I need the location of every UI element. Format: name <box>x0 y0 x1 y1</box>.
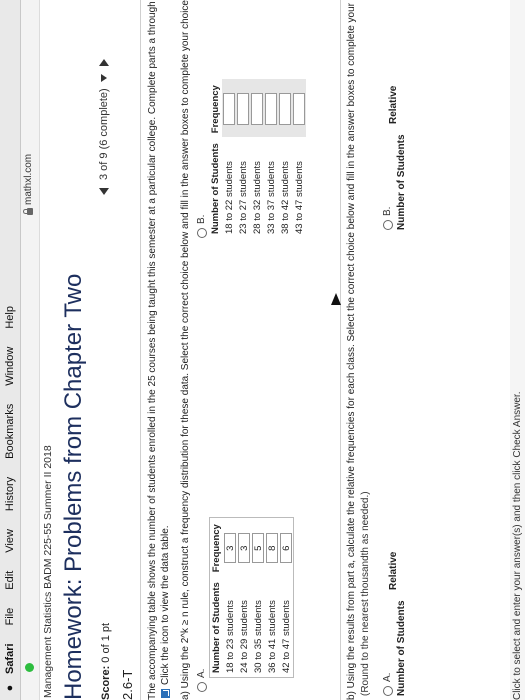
url-display[interactable]: mathxl.com <box>23 154 34 215</box>
page-title: Homework: Problems from Chapter Two <box>60 273 87 700</box>
menu-history[interactable]: History <box>4 477 16 511</box>
table-header: Relative <box>388 551 399 590</box>
lock-icon <box>26 208 33 215</box>
table-row: 43 to 47 students <box>292 79 306 238</box>
part-b-option-b-label: B. <box>382 206 393 216</box>
frequency-input[interactable] <box>237 93 249 126</box>
class-range: 24 to 29 students <box>238 600 250 673</box>
table-header: Number of Students <box>211 582 222 673</box>
menu-view[interactable]: View <box>4 529 16 553</box>
menu-edit[interactable]: Edit <box>4 571 16 590</box>
option-a-table: Number of Students Frequency 18 to 23 st… <box>209 517 294 678</box>
class-range: 28 to 32 students <box>251 161 263 234</box>
table-header: Number of Students <box>396 600 407 696</box>
menu-help[interactable]: Help <box>4 306 16 329</box>
class-range: 43 to 47 students <box>293 161 305 234</box>
part-b-option-b[interactable]: B. <box>382 207 393 230</box>
question-progress: 3 of 9 (6 complete) <box>98 88 110 180</box>
option-a-label: A. <box>196 668 207 678</box>
table-header: Number of Students <box>396 134 407 230</box>
frequency-input[interactable] <box>293 93 305 126</box>
table-row: 30 to 35 students 5 <box>251 518 265 678</box>
table-row: 18 to 23 students 3 <box>223 518 237 678</box>
class-range: 18 to 22 students <box>223 161 235 234</box>
previous-question-icon[interactable] <box>99 188 109 195</box>
table-row: 38 to 42 students <box>278 79 292 238</box>
frequency-input[interactable] <box>265 93 277 126</box>
table-header: Frequency <box>210 85 221 134</box>
status-footer: Click to select and enter your answer(s)… <box>510 0 525 700</box>
option-b-radio[interactable] <box>196 228 207 238</box>
part-a-prompt: a) Using the 2^k ≥ n rule, construct a f… <box>180 0 191 700</box>
menu-file[interactable]: File <box>4 608 16 626</box>
part-b-option-a-label: A. <box>382 672 393 682</box>
frequency-input[interactable]: 8 <box>266 533 278 564</box>
class-range: 42 to 47 students <box>280 600 292 673</box>
rotated-content: ● Safari File Edit View History Bookmark… <box>0 0 525 700</box>
url-text: mathxl.com <box>23 153 34 205</box>
class-range: 33 to 37 students <box>265 161 277 234</box>
divider <box>140 0 141 700</box>
score-value: 0 of 1 pt <box>100 622 112 663</box>
address-bar[interactable]: mathxl.com <box>21 0 40 700</box>
option-b-label: B. <box>196 214 207 224</box>
table-row: 36 to 41 students 8 <box>265 518 279 678</box>
frequency-input[interactable] <box>279 93 291 126</box>
data-table-link[interactable]: Click the icon to view the data table. <box>159 525 172 685</box>
class-range: 30 to 35 students <box>252 600 264 673</box>
frequency-input[interactable]: 6 <box>280 533 292 564</box>
option-b[interactable]: B. <box>196 215 207 238</box>
divider <box>340 0 341 700</box>
data-table-icon[interactable] <box>161 689 170 698</box>
class-range: 23 to 27 students <box>237 161 249 234</box>
frequency-input[interactable] <box>251 93 263 126</box>
question-nav: 3 of 9 (6 complete) <box>98 59 110 195</box>
mouse-cursor-icon <box>331 293 341 305</box>
menu-window[interactable]: Window <box>4 347 16 386</box>
part-b-option-b-radio[interactable] <box>382 220 393 230</box>
table-row: 24 to 29 students 3 <box>237 518 251 678</box>
intro-text: The accompanying table shows the number … <box>147 0 158 700</box>
frequency-input[interactable]: 3 <box>224 533 236 564</box>
frequency-input[interactable] <box>223 93 235 126</box>
table-row: 28 to 32 students <box>250 79 264 238</box>
menu-bookmarks[interactable]: Bookmarks <box>4 404 16 459</box>
question-id: 2.6-T <box>120 669 135 700</box>
menu-safari[interactable]: Safari <box>4 643 16 674</box>
part-b-prompt: b) Using the results from part a, calcul… <box>346 0 357 700</box>
class-range: 36 to 41 students <box>266 600 278 673</box>
option-a[interactable]: A. <box>196 669 207 692</box>
table-header: Frequency <box>211 524 222 573</box>
question-list-dropdown-icon[interactable] <box>101 74 107 83</box>
apple-icon[interactable]: ● <box>4 680 16 696</box>
frequency-input[interactable]: 5 <box>252 533 264 564</box>
screen: ● Safari File Edit View History Bookmark… <box>0 0 525 700</box>
part-b-option-a-radio[interactable] <box>382 686 393 696</box>
option-b-table: Number of Students Frequency 18 to 22 st… <box>209 79 306 238</box>
option-a-radio[interactable] <box>196 682 207 692</box>
question-intro: The accompanying table shows the number … <box>146 0 172 700</box>
next-question-icon[interactable] <box>99 59 109 67</box>
table-row: 18 to 22 students <box>222 79 236 238</box>
table-header: Number of Students <box>210 143 221 234</box>
table-header: Relative <box>388 85 399 124</box>
part-b-option-a[interactable]: A. <box>382 673 393 696</box>
table-row: 23 to 27 students <box>236 79 250 238</box>
menu-bar: ● Safari File Edit View History Bookmark… <box>0 0 21 700</box>
table-row: 42 to 47 students 6 <box>279 518 294 678</box>
class-range: 38 to 42 students <box>279 161 291 234</box>
status-dot <box>25 663 34 672</box>
score-label: Score: <box>100 665 112 700</box>
table-row: 33 to 37 students <box>264 79 278 238</box>
frequency-input[interactable]: 3 <box>238 533 250 564</box>
score: Score: 0 of 1 pt <box>100 623 112 700</box>
course-name: Management Statistics BADM 225-55 Summer… <box>42 445 54 698</box>
class-range: 18 to 23 students <box>224 600 236 673</box>
rounding-note: (Round to the nearest thousandth as need… <box>360 491 371 696</box>
